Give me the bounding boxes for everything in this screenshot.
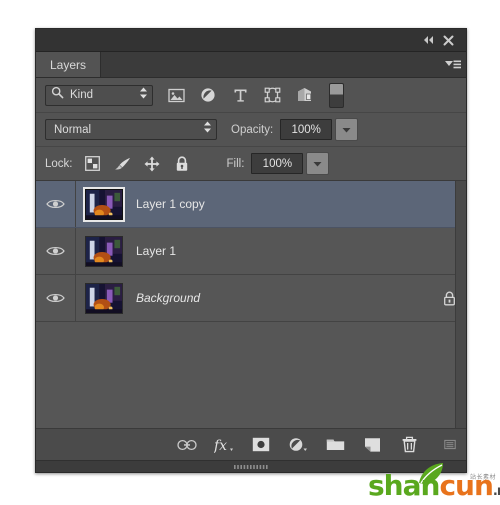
collapse-panel-button[interactable] (418, 31, 438, 49)
lock-fill-row: Lock: Fill: 100% (36, 147, 466, 181)
smart-object-icon[interactable] (295, 86, 313, 104)
up-down-arrows-icon[interactable] (139, 86, 148, 105)
layer-list-scrollbar[interactable] (455, 181, 466, 428)
layer-visibility-toggle[interactable] (36, 275, 76, 321)
text-t-icon[interactable] (231, 86, 249, 104)
checkerboard-icon[interactable] (84, 155, 101, 172)
svg-text:fx: fx (214, 438, 227, 453)
panel-menu-icon[interactable] (440, 52, 466, 77)
panel-titlebar (36, 29, 466, 52)
filter-row: Kind (36, 78, 466, 113)
image-icon[interactable] (167, 86, 185, 104)
opacity-input[interactable]: 100% (280, 119, 333, 140)
lock-label: Lock: (45, 157, 73, 170)
layer-mask-icon[interactable] (251, 435, 271, 455)
layer-name[interactable]: Background (132, 291, 432, 305)
blend-opacity-row: Normal Opacity: 100% (36, 113, 466, 147)
trash-icon[interactable] (399, 435, 419, 455)
lock-icon (443, 291, 455, 305)
shape-vector-icon[interactable] (263, 86, 281, 104)
search-icon (51, 86, 64, 104)
tab-layers[interactable]: Layers (36, 52, 102, 77)
filter-kind-select[interactable]: Kind (45, 84, 153, 106)
close-panel-button[interactable] (438, 31, 458, 49)
watermark: shancun.net 站长素材 (368, 463, 500, 503)
new-page-icon[interactable] (362, 435, 382, 455)
grip-dots-icon (234, 464, 268, 469)
blend-mode-select[interactable]: Normal (45, 119, 217, 140)
brush-icon[interactable] (114, 155, 131, 172)
fill-input[interactable]: 100% (251, 153, 304, 174)
layers-panel: Layers Kind Normal Opacity: 100% Lock: F… (35, 28, 467, 473)
fx-icon[interactable]: fx (214, 435, 234, 455)
layer-thumbnail[interactable] (85, 235, 123, 267)
layer-thumbnail-cell[interactable] (76, 282, 132, 314)
fill-label: Fill: (226, 157, 245, 170)
layers-bottom-toolbar: fx (36, 428, 466, 460)
watermark-small-text: 站长素材 (469, 474, 496, 481)
watermark-part-net: .net (492, 484, 500, 499)
move-arrows-icon[interactable] (144, 155, 161, 172)
table-row[interactable]: Layer 1 copy (36, 181, 466, 228)
adjustment-circle-icon[interactable] (199, 86, 217, 104)
layer-visibility-toggle[interactable] (36, 228, 76, 274)
eye-icon (46, 199, 65, 209)
eye-icon (46, 293, 65, 303)
layer-thumbnail[interactable] (85, 282, 123, 314)
tabstrip-filler (101, 52, 440, 77)
lock-buttons (84, 155, 191, 172)
layer-thumbnail[interactable] (83, 186, 125, 222)
folder-icon[interactable] (325, 435, 345, 455)
screenshot-root: Layers Kind Normal Opacity: 100% Lock: F… (0, 0, 500, 505)
table-row[interactable]: Layer 1 (36, 228, 466, 275)
up-down-arrows-icon[interactable] (203, 120, 212, 139)
adjustment-circle-icon[interactable] (288, 435, 308, 455)
layer-visibility-toggle[interactable] (36, 181, 76, 227)
fill-dropdown-button[interactable] (306, 152, 330, 175)
watermark-part-shan: shan (368, 469, 440, 502)
lock-icon[interactable] (174, 155, 191, 172)
opacity-dropdown-button[interactable] (335, 118, 359, 141)
layer-thumbnail-cell[interactable] (76, 186, 132, 222)
link-chain-icon[interactable] (177, 435, 197, 455)
eye-icon (46, 246, 65, 256)
layer-name[interactable]: Layer 1 copy (132, 197, 432, 211)
filter-kind-value: Kind (70, 89, 94, 101)
table-row[interactable]: Background (36, 275, 466, 322)
layer-name[interactable]: Layer 1 (132, 244, 432, 258)
tab-layers-label: Layers (50, 57, 87, 72)
filter-type-buttons (167, 86, 313, 104)
opacity-label: Opacity: (231, 123, 274, 136)
panel-tabstrip: Layers (36, 52, 466, 78)
layer-thumbnail-cell[interactable] (76, 235, 132, 267)
filter-on-off-switch[interactable] (329, 82, 344, 108)
blend-mode-value: Normal (54, 123, 92, 136)
layer-list: Layer 1 copy Layer 1 Background (36, 181, 466, 428)
resize-grip-icon[interactable] (440, 435, 460, 455)
